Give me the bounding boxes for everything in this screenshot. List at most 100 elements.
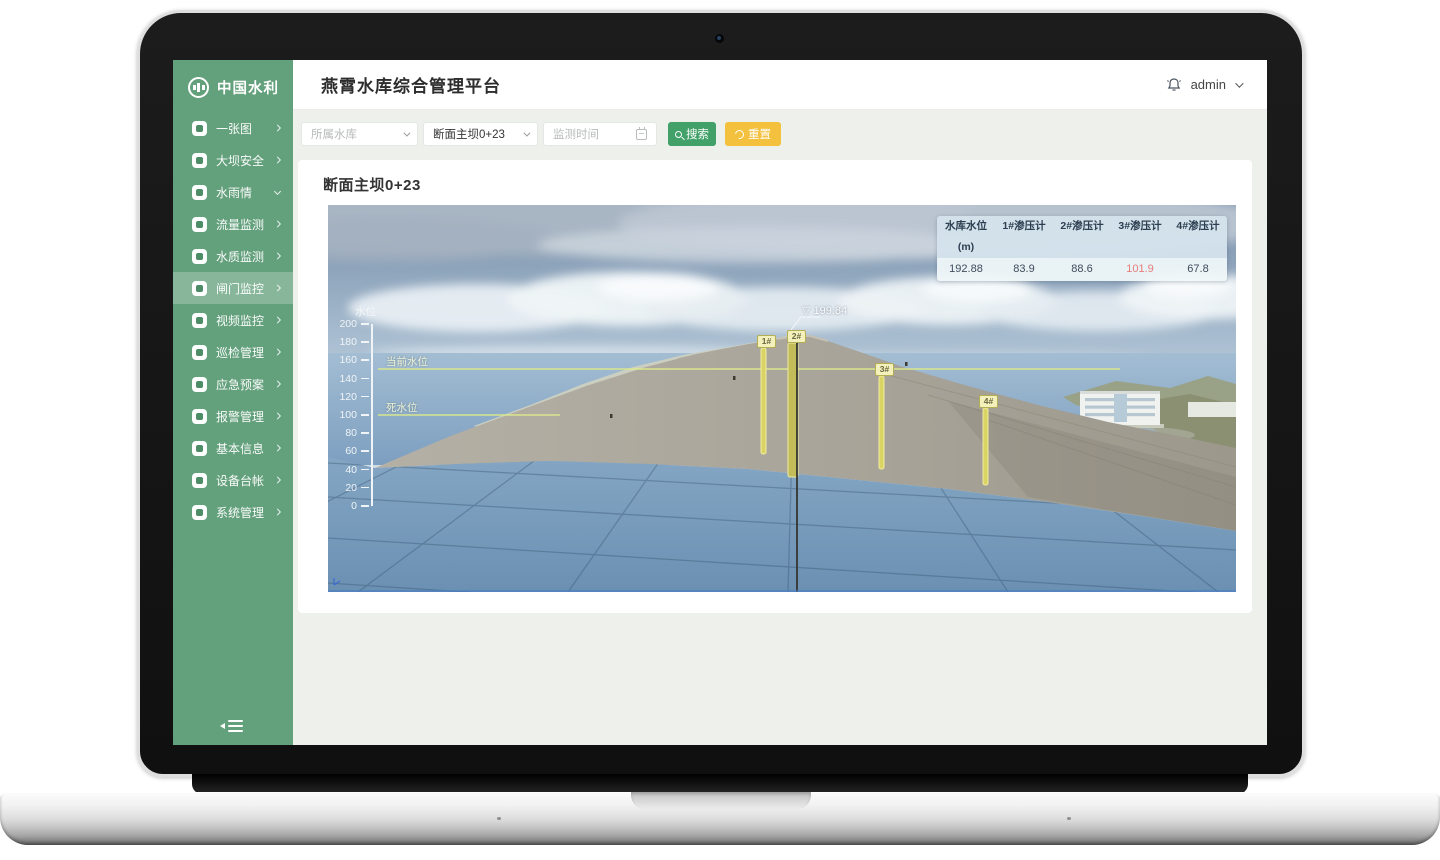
sidebar-item-12[interactable]: 系统管理 xyxy=(173,496,293,528)
filter-bar: 所属水库 断面主坝0+23 监测时间 搜索 重置 xyxy=(301,122,781,146)
crest-elevation-annotation: ▽ 199.84 xyxy=(802,304,847,317)
chevron-down-icon xyxy=(403,129,410,136)
sidebar-item-7[interactable]: 巡检管理 xyxy=(173,336,293,368)
gauge-tick-label: 120 xyxy=(331,391,357,403)
chevron-down-icon xyxy=(523,129,530,136)
gauge-tick-mark xyxy=(361,414,369,416)
reservoir-placeholder: 所属水库 xyxy=(311,126,357,142)
alarm-manage-icon xyxy=(192,409,207,424)
monitor-table-header-cell: 3#渗压计 xyxy=(1111,216,1169,258)
gauge-tick: 160 xyxy=(328,356,372,365)
piezometer-tag-1: 1# xyxy=(757,335,776,348)
sidebar-item-2[interactable]: 水雨情 xyxy=(173,176,293,208)
sidebar-item-4[interactable]: 水质监测 xyxy=(173,240,293,272)
sidebar-item-label: 一张图 xyxy=(216,120,252,137)
sidebar-item-3[interactable]: 流量监测 xyxy=(173,208,293,240)
dam-cross-section-viewport[interactable]: 水位 200180160140120100806040200 当前水位 死水位 … xyxy=(328,205,1236,592)
gauge-tick-label: 60 xyxy=(331,445,357,457)
laptop-base-detail xyxy=(497,817,501,820)
sidebar-item-label: 水质监测 xyxy=(216,248,264,265)
monitor-table-header-cell: 2#渗压计 xyxy=(1053,216,1111,258)
gauge-tick: 0 xyxy=(328,502,372,511)
gauge-tick-label: 160 xyxy=(331,354,357,366)
chevron-right-icon xyxy=(274,156,281,163)
topbar: 燕霄水库综合管理平台 admin xyxy=(293,60,1267,110)
monitor-table-header-cell: 水库水位(m) xyxy=(937,216,995,258)
webcam-icon xyxy=(715,34,724,43)
gauge-tick: 80 xyxy=(328,429,372,438)
monitor-table-value-cell: 67.8 xyxy=(1169,258,1227,281)
laptop-lid-notch xyxy=(631,792,811,809)
chevron-right-icon xyxy=(274,220,281,227)
user-menu[interactable]: admin xyxy=(1191,77,1226,92)
chevron-right-icon xyxy=(274,284,281,291)
gauge-tick: 200 xyxy=(328,320,372,329)
piezometer-tag-3: 3# xyxy=(875,363,894,376)
gauge-tick-label: 200 xyxy=(331,318,357,330)
gauge-tick-mark xyxy=(361,469,369,471)
sidebar-item-label: 流量监测 xyxy=(216,216,264,233)
monitor-table-header-cell: 4#渗压计 xyxy=(1169,216,1227,258)
sidebar-menu: 一张图大坝安全水雨情流量监测水质监测闸门监控视频监控巡检管理应急预案报警管理基本… xyxy=(173,112,293,528)
sidebar-item-11[interactable]: 设备台帐 xyxy=(173,464,293,496)
monitor-time-input[interactable]: 监测时间 xyxy=(543,122,657,146)
reset-label: 重置 xyxy=(748,126,771,142)
sidebar-item-label: 巡检管理 xyxy=(216,344,264,361)
laptop-hinge xyxy=(192,774,1248,794)
patrol-manage-icon xyxy=(192,345,207,360)
sidebar-item-label: 大坝安全 xyxy=(216,152,264,169)
water-quality-icon xyxy=(192,249,207,264)
gauge-tick-mark xyxy=(361,323,369,325)
chevron-right-icon xyxy=(274,380,281,387)
monitor-table-value-cell: 101.9 xyxy=(1111,258,1169,281)
gauge-tick-mark xyxy=(361,487,369,489)
user-caret-icon[interactable] xyxy=(1235,79,1243,87)
alarm-bell-icon[interactable] xyxy=(1166,77,1182,93)
gauge-tick: 180 xyxy=(328,338,372,347)
refresh-icon xyxy=(733,128,746,141)
section-select[interactable]: 断面主坝0+23 xyxy=(423,122,538,146)
gauge-tick-mark xyxy=(361,432,369,434)
chevron-right-icon xyxy=(274,476,281,483)
card-title: 断面主坝0+23 xyxy=(323,174,421,195)
search-button[interactable]: 搜索 xyxy=(668,122,716,146)
gauge-tick-label: 180 xyxy=(331,336,357,348)
sidebar-item-9[interactable]: 报警管理 xyxy=(173,400,293,432)
gauge-tick-mark xyxy=(361,450,369,452)
sidebar: 中国水利 一张图大坝安全水雨情流量监测水质监测闸门监控视频监控巡检管理应急预案报… xyxy=(173,60,293,745)
gauge-tick-mark xyxy=(361,359,369,361)
sidebar-item-6[interactable]: 视频监控 xyxy=(173,304,293,336)
gauge-tick-label: 140 xyxy=(331,373,357,385)
sidebar-item-5[interactable]: 闸门监控 xyxy=(173,272,293,304)
water-rain-icon xyxy=(192,185,207,200)
sidebar-item-label: 系统管理 xyxy=(216,504,264,521)
sidebar-item-8[interactable]: 应急预案 xyxy=(173,368,293,400)
app-screen: 中国水利 一张图大坝安全水雨情流量监测水质监测闸门监控视频监控巡检管理应急预案报… xyxy=(173,60,1267,745)
sidebar-item-label: 应急预案 xyxy=(216,376,264,393)
chevron-right-icon xyxy=(274,412,281,419)
sidebar-item-1[interactable]: 大坝安全 xyxy=(173,144,293,176)
laptop-base-detail xyxy=(1067,817,1071,820)
sidebar-item-0[interactable]: 一张图 xyxy=(173,112,293,144)
sidebar-item-label: 水雨情 xyxy=(216,184,252,201)
gauge-tick-mark xyxy=(361,396,369,398)
one-map-icon xyxy=(192,121,207,136)
reservoir-select[interactable]: 所属水库 xyxy=(301,122,418,146)
monitor-table-value-cell: 192.88 xyxy=(937,258,995,281)
laptop-mockup: 中国水利 一张图大坝安全水雨情流量监测水质监测闸门监控视频监控巡检管理应急预案报… xyxy=(0,0,1440,860)
search-icon xyxy=(675,131,682,138)
monitor-table-value-cell: 83.9 xyxy=(995,258,1053,281)
gauge-title: 水位 xyxy=(355,304,376,319)
equipment-ledger-icon xyxy=(192,473,207,488)
sidebar-collapse-button[interactable] xyxy=(219,719,245,734)
sidebar-item-10[interactable]: 基本信息 xyxy=(173,432,293,464)
platform-title: 燕霄水库综合管理平台 xyxy=(321,72,501,97)
chevron-right-icon xyxy=(274,348,281,355)
brand-name: 中国水利 xyxy=(217,77,279,98)
reset-button[interactable]: 重置 xyxy=(725,122,781,146)
calendar-icon xyxy=(636,129,647,140)
gauge-tick-label: 40 xyxy=(331,464,357,476)
gauge-tick-label: 20 xyxy=(331,482,357,494)
piezometer-tag-2: 2# xyxy=(787,330,806,343)
china-water-logo-icon xyxy=(188,77,209,98)
